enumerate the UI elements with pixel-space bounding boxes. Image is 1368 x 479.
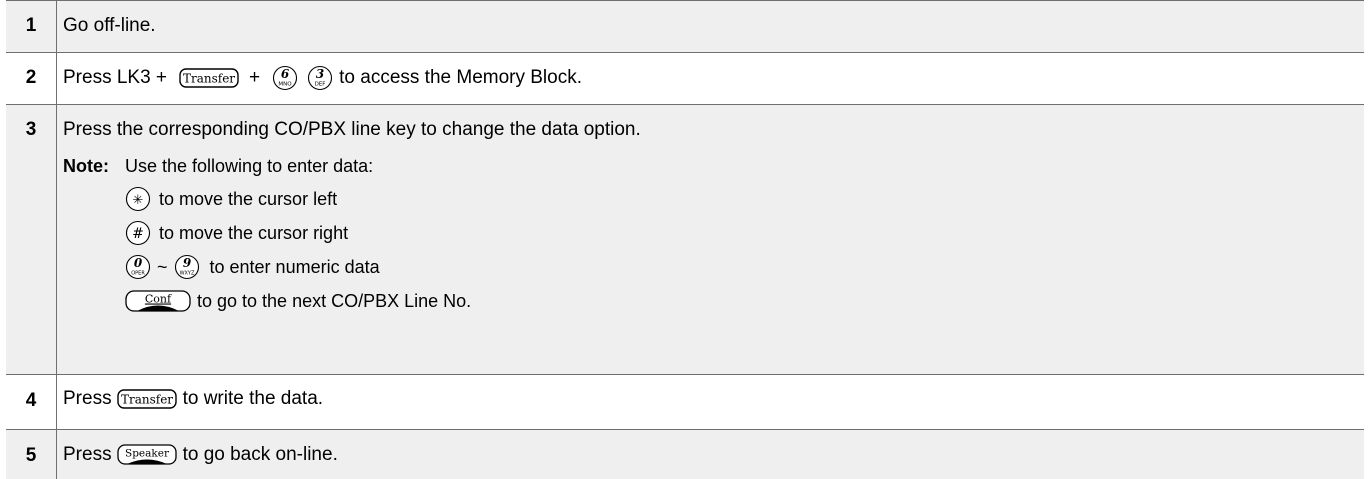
digit-6-key-icon: 6 MNO bbox=[272, 65, 298, 91]
svg-text:6: 6 bbox=[281, 67, 290, 81]
step-number: 1 bbox=[25, 15, 37, 36]
note-item-digits: 0 OPER ~ 9 WXYZ to enter numeric data bbox=[63, 253, 1354, 281]
step-3-text: Press the corresponding CO/PBX line key … bbox=[63, 119, 641, 140]
step-4-suffix: to write the data. bbox=[182, 388, 324, 409]
note-item-text: to enter numeric data bbox=[209, 256, 380, 277]
step-number: 2 bbox=[25, 67, 37, 88]
range-tilde: ~ bbox=[157, 256, 168, 277]
step-row-2: 2 Press LK3 + Transfer + 6 MNO 3 DEF to … bbox=[6, 52, 1364, 104]
svg-text:#: # bbox=[132, 226, 144, 242]
step-2-text: Press LK3 + Transfer + 6 MNO 3 DEF to ac… bbox=[63, 65, 1354, 91]
digit-0-key-icon: 0 OPER bbox=[125, 254, 151, 280]
digit-9-key-icon: 9 WXYZ bbox=[174, 254, 200, 280]
svg-text:Conf: Conf bbox=[145, 293, 172, 306]
svg-text:0: 0 bbox=[134, 256, 143, 270]
transfer-key-label: Transfer bbox=[183, 72, 235, 86]
step-4-text: Press Transfer to write the data. bbox=[63, 388, 1354, 410]
step-4-prefix: Press bbox=[63, 388, 112, 409]
note-item-hash: # to move the cursor right bbox=[63, 219, 1354, 247]
conf-key-icon: Conf bbox=[125, 288, 191, 314]
step-5-suffix: to go back on-line. bbox=[182, 444, 338, 465]
step-row-5: 5 Press Speaker to go back on-line. bbox=[6, 429, 1364, 479]
svg-text:Transfer: Transfer bbox=[121, 393, 173, 407]
svg-text:3: 3 bbox=[316, 67, 324, 81]
step-row-3: 3 Press the corresponding CO/PBX line ke… bbox=[6, 104, 1364, 374]
note-item-text: to go to the next CO/PBX Line No. bbox=[197, 290, 472, 311]
svg-text:OPER: OPER bbox=[131, 271, 145, 277]
svg-text:MNO: MNO bbox=[279, 82, 293, 88]
star-key-icon: ✳ bbox=[125, 186, 151, 212]
step-2-suffix: to access the Memory Block. bbox=[339, 67, 583, 88]
step-1-text: Go off-line. bbox=[63, 15, 156, 36]
note-item-text: to move the cursor left bbox=[159, 188, 338, 209]
step-number: 4 bbox=[25, 390, 37, 411]
svg-text:✳: ✳ bbox=[133, 193, 144, 208]
transfer-key-icon: Transfer bbox=[116, 388, 177, 410]
step-5-prefix: Press bbox=[63, 444, 112, 465]
note-item-text: to move the cursor right bbox=[159, 222, 349, 243]
step-row-4: 4 Press Transfer to write the data. bbox=[6, 374, 1364, 429]
note-item-conf: Conf to go to the next CO/PBX Line No. bbox=[63, 287, 1354, 315]
svg-text:9: 9 bbox=[182, 256, 191, 270]
svg-text:WXYZ: WXYZ bbox=[179, 271, 194, 277]
step-5-text: Press Speaker to go back on-line. bbox=[63, 443, 1354, 467]
step-3-content: Press the corresponding CO/PBX line key … bbox=[63, 119, 1354, 315]
note: Note: Use the following to enter data: bbox=[63, 155, 1354, 177]
note-text: Use the following to enter data: bbox=[125, 155, 374, 176]
note-label: Note: bbox=[63, 155, 109, 176]
note-item-star: ✳ to move the cursor left bbox=[63, 185, 1354, 213]
step-text: Go off-line. bbox=[63, 15, 1354, 37]
step-number: 5 bbox=[25, 445, 37, 466]
svg-text:Speaker: Speaker bbox=[125, 448, 170, 460]
step-2-prefix: Press LK3 + bbox=[63, 67, 168, 88]
transfer-key-icon: Transfer bbox=[179, 67, 239, 89]
hash-key-icon: # bbox=[125, 220, 151, 246]
plus-sign: + bbox=[249, 67, 261, 88]
svg-text:DEF: DEF bbox=[315, 82, 326, 88]
step-row-1: 1 Go off-line. bbox=[6, 0, 1364, 52]
speaker-key-icon: Speaker bbox=[116, 443, 177, 467]
step-number: 3 bbox=[25, 119, 37, 140]
digit-3-key-icon: 3 DEF bbox=[307, 65, 333, 91]
